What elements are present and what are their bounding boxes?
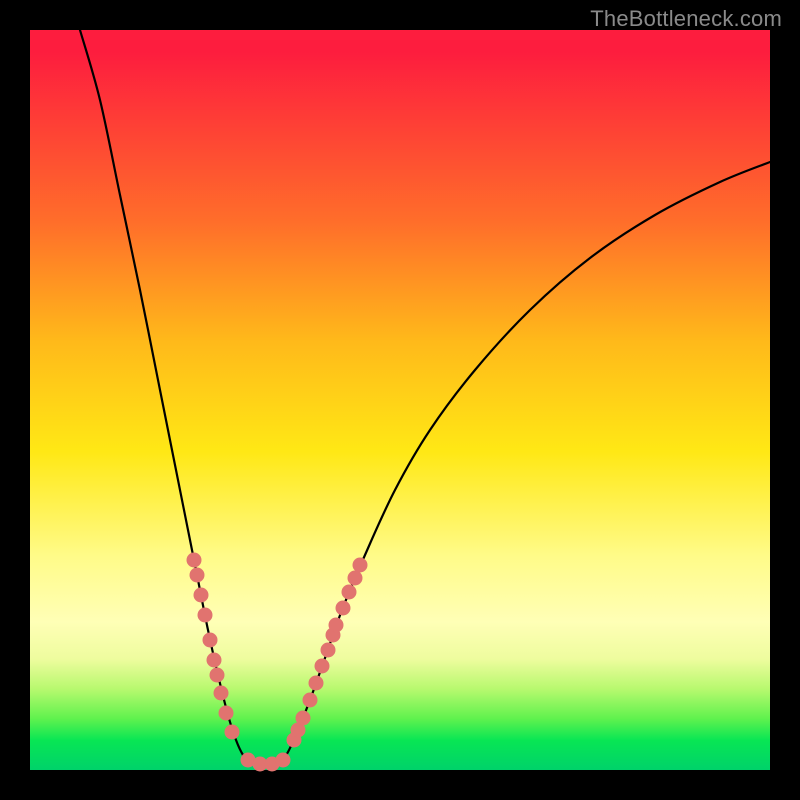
data-dot bbox=[303, 693, 318, 708]
data-dot bbox=[348, 571, 363, 586]
data-dot bbox=[225, 725, 240, 740]
data-dot bbox=[207, 653, 222, 668]
watermark-text: TheBottleneck.com bbox=[590, 6, 782, 32]
data-dot bbox=[309, 676, 324, 691]
data-dot bbox=[214, 686, 229, 701]
data-dot bbox=[353, 558, 368, 573]
bottleneck-curve bbox=[80, 30, 770, 765]
chart-plot-area bbox=[30, 30, 770, 770]
data-dot bbox=[296, 711, 311, 726]
data-dot bbox=[198, 608, 213, 623]
data-dot bbox=[190, 568, 205, 583]
bottleneck-curve-svg bbox=[30, 30, 770, 770]
data-dot bbox=[194, 588, 209, 603]
data-dot bbox=[187, 553, 202, 568]
data-dot bbox=[321, 643, 336, 658]
data-dot bbox=[203, 633, 218, 648]
data-dots-group bbox=[187, 553, 368, 772]
data-dot bbox=[336, 601, 351, 616]
data-dot bbox=[210, 668, 225, 683]
data-dot bbox=[342, 585, 357, 600]
data-dot bbox=[276, 753, 291, 768]
data-dot bbox=[329, 618, 344, 633]
data-dot bbox=[219, 706, 234, 721]
data-dot bbox=[315, 659, 330, 674]
